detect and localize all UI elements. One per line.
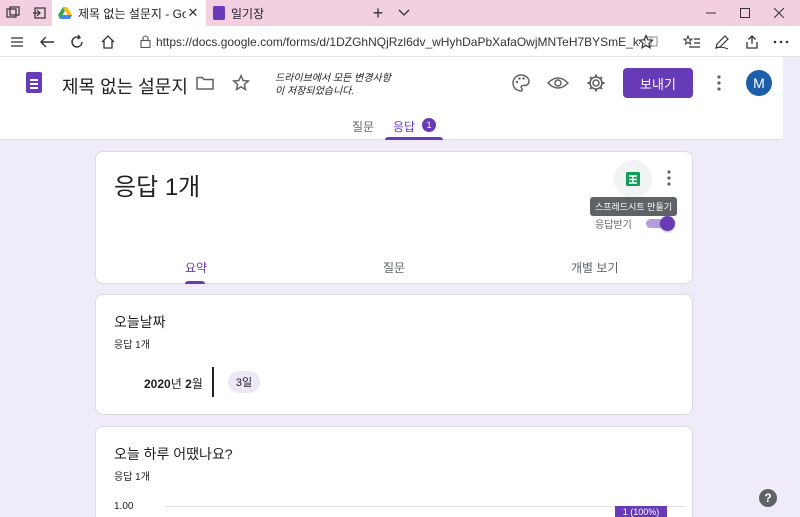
browser-toolbar: https://docs.google.com/forms/d/1DZGhNQj… <box>0 26 800 57</box>
maximize-icon[interactable] <box>728 0 762 26</box>
chevron-down-icon[interactable] <box>394 2 414 24</box>
accepting-responses-label: 응답받기 <box>595 220 632 231</box>
google-sheets-icon <box>626 172 640 186</box>
day-chip: 3일 <box>228 371 260 393</box>
refresh-icon[interactable] <box>64 29 90 54</box>
google-drive-icon <box>58 7 72 19</box>
back-arrow-icon[interactable] <box>34 29 60 54</box>
more-vert-icon[interactable] <box>707 71 731 95</box>
share-icon[interactable] <box>739 29 765 54</box>
home-icon[interactable] <box>95 29 121 54</box>
forms-header: 제목 없는 설문지 드라이브에서 모든 변경사항 이 저장되었습니다. 보내기 … <box>0 57 783 140</box>
chart-gridline <box>166 506 686 507</box>
year-suffix: 년 <box>170 377 182 391</box>
bar-data-label: 1 (100%) <box>622 507 660 517</box>
month-suffix: 월 <box>191 377 203 391</box>
avatar[interactable]: M <box>746 70 772 96</box>
url-text[interactable]: https://docs.google.com/forms/d/1DZGhNQj… <box>156 35 640 49</box>
folder-icon[interactable] <box>193 71 217 95</box>
y-axis-tick: 1.00 <box>114 501 134 512</box>
save-status-line: 드라이브에서 모든 변경사항 <box>275 73 391 84</box>
address-bar[interactable]: https://docs.google.com/forms/d/1DZGhNQj… <box>134 30 662 53</box>
question-card-date: 오늘날짜 응답 1개 2020년 2월 3일 <box>95 294 693 415</box>
year-value: 2020 <box>144 377 171 391</box>
favorites-list-icon[interactable] <box>679 29 705 54</box>
google-forms-icon[interactable] <box>26 72 42 93</box>
pen-icon[interactable] <box>709 29 735 54</box>
window-close-icon[interactable] <box>762 0 796 26</box>
response-count: 응답 1개 <box>114 472 150 483</box>
form-title[interactable]: 제목 없는 설문지 <box>62 73 188 99</box>
question-title: 오늘날짜 <box>114 314 166 330</box>
palette-icon[interactable] <box>509 71 533 95</box>
tab-diary[interactable]: 일기장 <box>207 0 361 26</box>
tab-responses[interactable]: 응답 <box>393 118 415 135</box>
save-status-note: 드라이브에서 모든 변경사항 이 저장되었습니다. <box>275 72 391 98</box>
menu-icon[interactable] <box>4 29 30 54</box>
tab-title: 제목 없는 설문지 - Goo <box>78 6 186 21</box>
help-icon[interactable]: ? <box>759 489 777 507</box>
active-tab-indicator <box>385 137 443 140</box>
more-vert-icon[interactable] <box>658 166 680 190</box>
tab-summary[interactable]: 요약 <box>185 259 207 276</box>
favorite-star-icon[interactable] <box>633 29 659 54</box>
browser-tab-strip: 제목 없는 설문지 - Goo ✕ 일기장 + <box>0 0 800 26</box>
save-status-line: 이 저장되었습니다. <box>275 86 355 97</box>
create-spreadsheet-button[interactable] <box>614 160 652 198</box>
year-month-label: 2020년 2월 <box>144 375 203 392</box>
responses-card: 응답 1개 스프레드시트 만들기 응답받기 요약 질문 개별 보기 <box>95 151 693 284</box>
preview-eye-icon[interactable] <box>546 71 570 95</box>
question-card-mood: 오늘 하루 어땠나요? 응답 1개 1.00 1 (100%) <box>95 426 693 517</box>
tooltip: 스프레드시트 만들기 <box>590 197 678 216</box>
toggle-knob <box>660 216 675 231</box>
page-scrollbar[interactable] <box>783 57 800 517</box>
new-tab-icon[interactable]: + <box>368 2 388 24</box>
star-icon[interactable] <box>229 71 253 95</box>
send-button[interactable]: 보내기 <box>623 68 693 98</box>
responses-title: 응답 1개 <box>114 174 201 201</box>
question-title: 오늘 하루 어땠나요? <box>114 446 233 462</box>
lock-icon[interactable] <box>134 35 156 48</box>
more-options-icon[interactable] <box>768 29 794 54</box>
tab-individual[interactable]: 개별 보기 <box>571 259 619 276</box>
active-tab-indicator <box>185 281 205 284</box>
tab-question[interactable]: 질문 <box>383 259 405 276</box>
back-to-tabs-icon[interactable] <box>26 0 52 26</box>
google-forms-icon <box>213 6 225 20</box>
divider <box>212 367 214 397</box>
gear-icon[interactable] <box>584 71 608 95</box>
minimize-icon[interactable] <box>694 0 728 26</box>
tab-title: 일기장 <box>231 6 265 21</box>
response-count: 응답 1개 <box>114 340 150 351</box>
month-value: 2 <box>181 377 192 391</box>
responses-count-badge: 1 <box>422 118 436 132</box>
tab-actions-icon[interactable] <box>0 0 26 26</box>
tab-google-forms[interactable]: 제목 없는 설문지 - Goo ✕ <box>52 0 206 26</box>
accepting-responses-toggle[interactable] <box>646 216 676 231</box>
tab-questions[interactable]: 질문 <box>352 118 374 135</box>
close-icon[interactable]: ✕ <box>186 5 200 21</box>
